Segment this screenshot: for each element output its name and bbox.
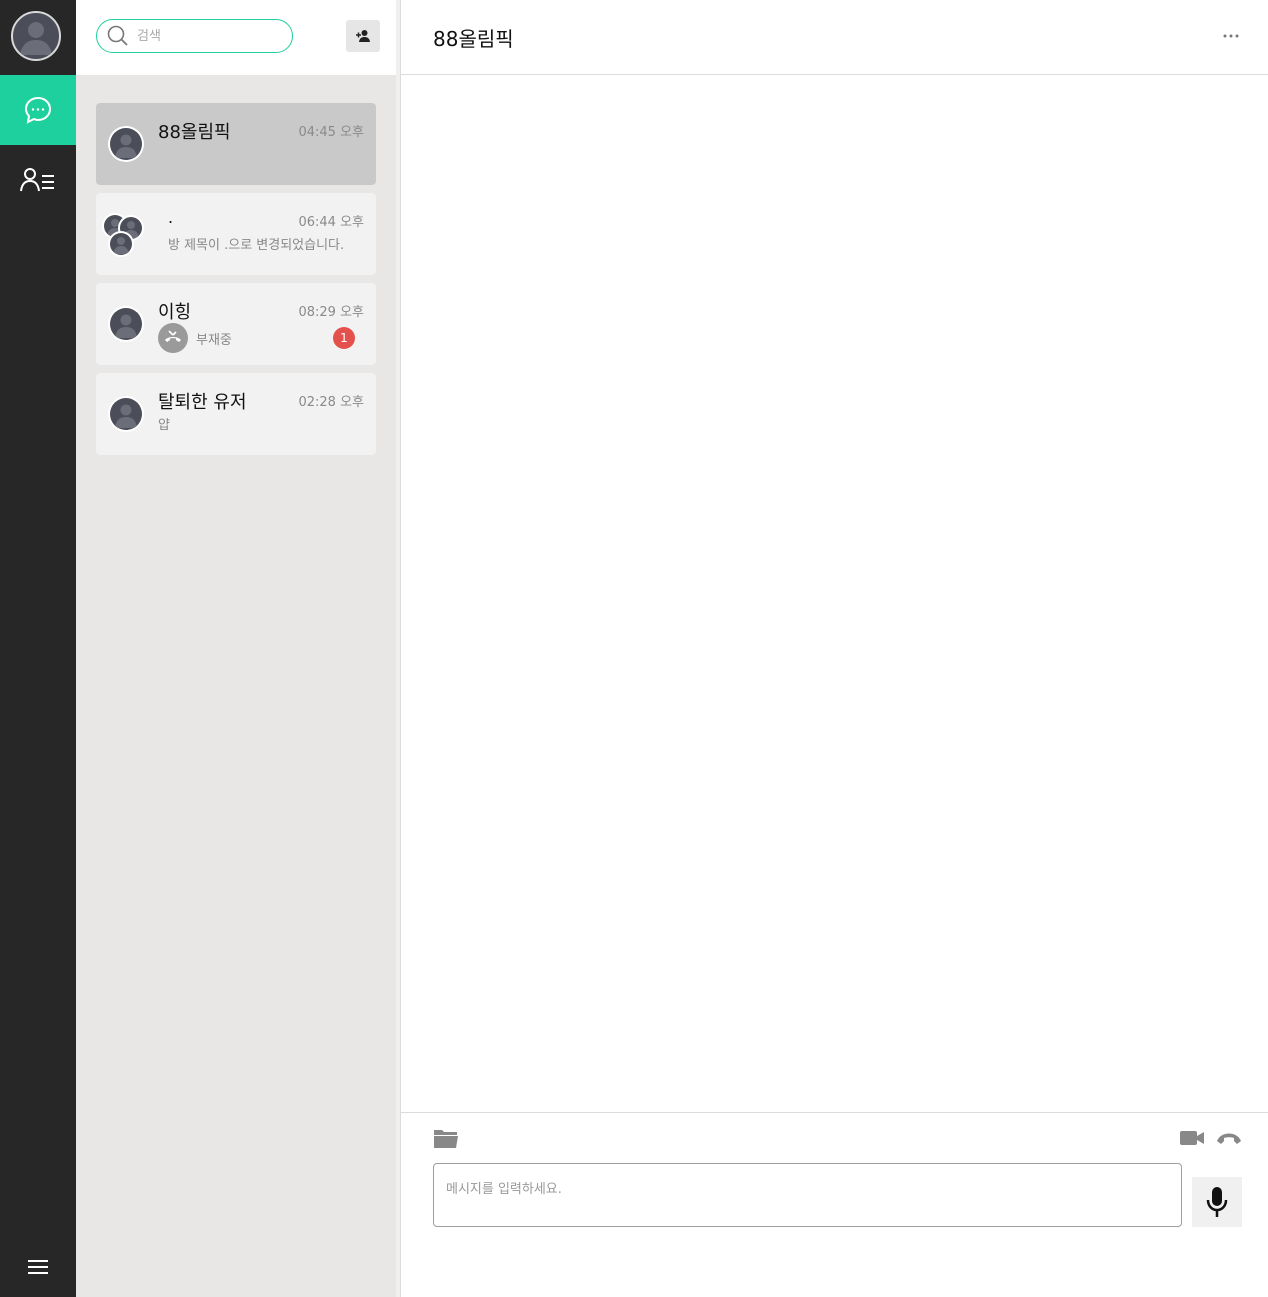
- menu-button[interactable]: [0, 1247, 76, 1287]
- phone-icon: [1217, 1133, 1241, 1144]
- room-name: 88올림픽: [158, 122, 231, 143]
- chat-title: 88올림픽: [433, 27, 514, 51]
- room-name: .: [168, 208, 174, 227]
- search-input[interactable]: [137, 28, 277, 44]
- list-toolbar: [76, 0, 400, 75]
- search-box[interactable]: [96, 19, 293, 53]
- nav-rail: [0, 0, 76, 1297]
- avatar: [108, 396, 144, 432]
- user-list-icon: [20, 168, 54, 192]
- user-silhouette-icon: [115, 404, 137, 428]
- message-input[interactable]: [433, 1163, 1182, 1227]
- unread-badge: 1: [333, 327, 355, 349]
- room-time: 06:44 오후: [298, 215, 364, 230]
- room-last-message: 얍: [158, 418, 170, 433]
- user-silhouette-icon: [20, 22, 52, 55]
- message-area: [401, 75, 1268, 1112]
- microphone-icon: [1206, 1187, 1228, 1217]
- avatar: [108, 126, 144, 162]
- chat-area: 88올림픽: [401, 0, 1268, 1297]
- avatar: [108, 306, 144, 342]
- video-camera-icon: [1180, 1131, 1204, 1145]
- voice-call-button[interactable]: [1215, 1127, 1243, 1149]
- composer: [401, 1112, 1268, 1297]
- voice-message-button[interactable]: [1192, 1177, 1242, 1227]
- video-call-button[interactable]: [1179, 1128, 1205, 1148]
- add-friend-button[interactable]: [346, 20, 380, 52]
- room-name: 이힝: [158, 302, 192, 323]
- chat-room-item[interactable]: 이힝 08:29 오후 부재중 1: [96, 283, 376, 365]
- room-time: 08:29 오후: [298, 305, 364, 320]
- hamburger-icon: [28, 1260, 48, 1274]
- user-silhouette-icon: [115, 134, 137, 158]
- more-options-button[interactable]: [1216, 24, 1246, 48]
- nav-chat-button[interactable]: [0, 75, 76, 145]
- conversation-list-panel: 88올림픽 04:45 오후 . 06: [76, 0, 400, 1297]
- chat-bubble-icon: [24, 96, 52, 124]
- add-user-icon: [356, 30, 370, 42]
- group-avatar: [108, 231, 134, 257]
- chat-room-item[interactable]: 탈퇴한 유저 02:28 오후 얍: [96, 373, 376, 455]
- more-dots-icon: [1223, 34, 1239, 38]
- attach-file-button[interactable]: [433, 1127, 459, 1149]
- chat-room-item[interactable]: 88올림픽 04:45 오후: [96, 103, 376, 185]
- chat-header: 88올림픽: [401, 0, 1268, 75]
- call-status: 부재중: [196, 333, 232, 348]
- user-silhouette-icon: [115, 314, 137, 338]
- room-time: 02:28 오후: [298, 395, 364, 410]
- room-name: 탈퇴한 유저: [158, 392, 247, 413]
- folder-icon: [434, 1130, 458, 1148]
- profile-avatar[interactable]: [11, 11, 61, 61]
- nav-friends-button[interactable]: [0, 145, 76, 215]
- search-icon: [107, 25, 128, 46]
- chat-room-item[interactable]: . 06:44 오후 방 제목이 .으로 변경되었습니다.: [96, 193, 376, 275]
- room-time: 04:45 오후: [298, 125, 364, 140]
- room-last-message: 방 제목이 .으로 변경되었습니다.: [168, 238, 345, 253]
- missed-call-icon: [158, 323, 188, 353]
- user-silhouette-icon: [113, 237, 129, 254]
